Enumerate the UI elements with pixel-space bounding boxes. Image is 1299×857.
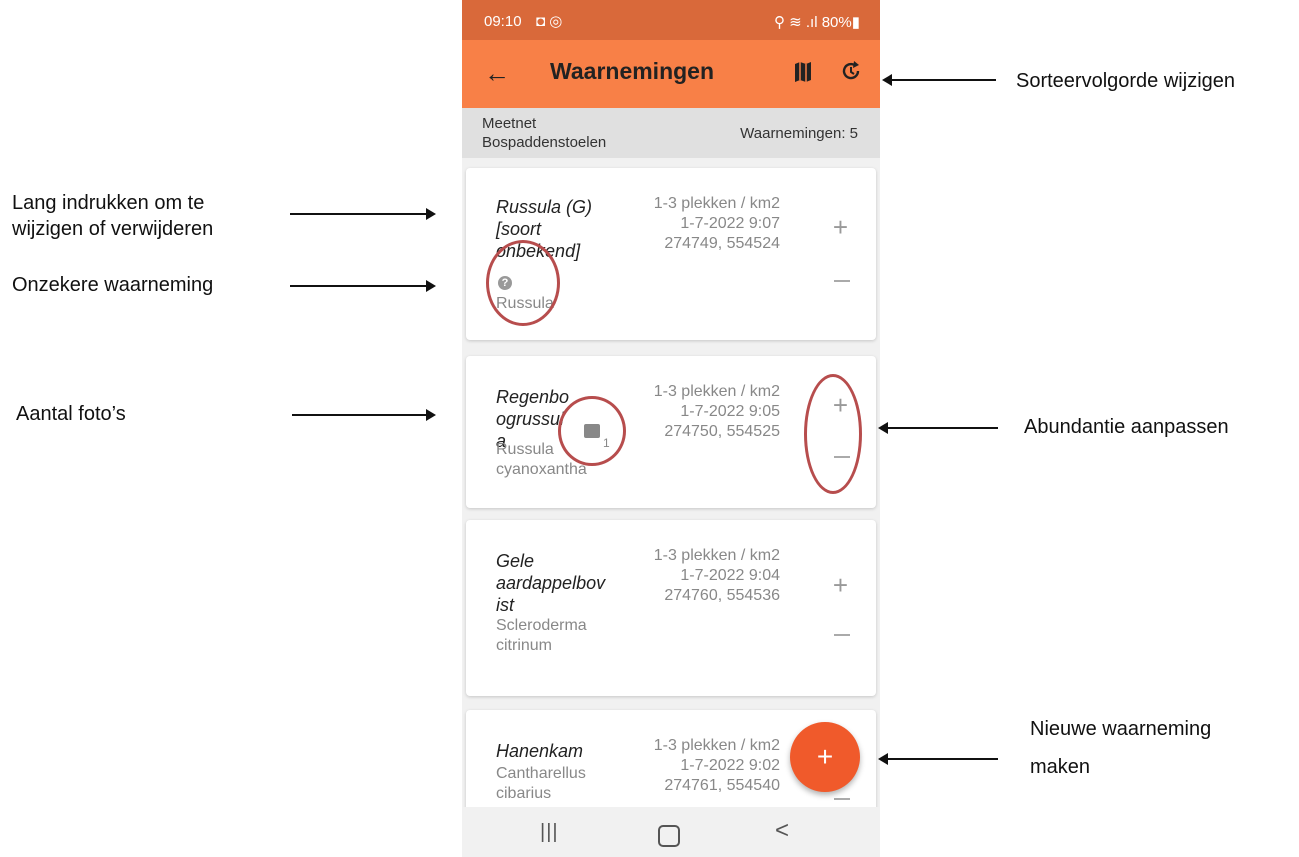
decrease-abundance-button[interactable] <box>834 798 850 800</box>
highlight-photos <box>558 396 626 466</box>
abundance: 1-3 plekken / km2 <box>653 547 780 564</box>
arrow-sort <box>890 79 996 81</box>
arrow-longpress <box>290 213 426 215</box>
coordinates: 274761, 554540 <box>664 777 780 794</box>
annotation-new: Nieuwe waarneming maken <box>1030 718 1212 778</box>
page-title: Waarnemingen <box>550 58 715 84</box>
map-icon[interactable] <box>794 62 812 82</box>
phone-screen: 09:10 ◘ ◎ ⚲ ≋ .ıl 80%▮ ← Waarnemingen Me… <box>462 0 880 857</box>
observation-card[interactable]: Gele aardappelbovist Scleroderma citrinu… <box>466 520 876 696</box>
observation-meta: 1-3 plekken / km2 1-7-2022 9:04 274760, … <box>654 546 780 606</box>
system-back-button[interactable]: < <box>775 817 789 845</box>
observation-meta: 1-3 plekken / km2 1-7-2022 9:02 274761, … <box>654 736 780 796</box>
arrow-abundance <box>888 427 998 429</box>
coordinates: 274750, 554525 <box>664 423 780 440</box>
species-latin: Scleroderma citrinum <box>496 617 587 654</box>
highlight-abundance <box>804 374 862 494</box>
arrowhead-uncertain <box>426 280 436 292</box>
decrease-abundance-button[interactable] <box>834 634 850 636</box>
system-nav-bar: ||| < <box>462 807 880 857</box>
arrow-photos <box>292 414 426 416</box>
annotation-abundance: Abundantie aanpassen <box>1024 416 1229 438</box>
annotation-photos: Aantal foto’s <box>16 403 126 425</box>
observation-meta: 1-3 plekken / km2 1-7-2022 9:05 274750, … <box>654 382 780 442</box>
annotation-longpress: Lang indrukken om te wijzigen of verwijd… <box>12 192 214 240</box>
increase-abundance-button[interactable]: + <box>833 570 848 601</box>
decrease-abundance-button[interactable] <box>834 280 850 282</box>
datetime: 1-7-2022 9:05 <box>680 403 780 420</box>
datetime: 1-7-2022 9:02 <box>680 757 780 774</box>
project-name: Meetnet Bospaddenstoelen <box>482 115 607 151</box>
species-name: Hanenkam <box>496 741 584 761</box>
highlight-uncertain <box>486 240 560 326</box>
arrow-uncertain <box>290 285 426 287</box>
abundance: 1-3 plekken / km2 <box>653 383 780 400</box>
back-button[interactable]: ← <box>484 58 510 89</box>
abundance: 1-3 plekken / km2 <box>653 195 780 212</box>
annotation-sort: Sorteervolgorde wijzigen <box>1016 70 1236 92</box>
arrow-new <box>888 758 998 760</box>
datetime: 1-7-2022 9:04 <box>680 567 780 584</box>
coordinates: 274749, 554524 <box>664 235 780 252</box>
arrowhead-photos <box>426 409 436 421</box>
new-observation-fab[interactable]: + <box>790 722 860 792</box>
status-bar: 09:10 ◘ ◎ ⚲ ≋ .ıl 80%▮ <box>462 0 880 40</box>
status-time: 09:10 <box>484 13 522 30</box>
arrowhead-sort <box>882 74 892 86</box>
home-button[interactable] <box>658 825 680 847</box>
species-name: Gele aardappelbovist <box>496 551 606 615</box>
species-latin: Cantharellus cibarius <box>496 765 586 802</box>
project-header: Meetnet Bospaddenstoelen Waarnemingen: 5 <box>462 108 880 158</box>
app-bar: ← Waarnemingen <box>462 40 880 108</box>
status-notification-icons: ◘ ◎ <box>536 13 563 30</box>
increase-abundance-button[interactable]: + <box>833 212 848 243</box>
coordinates: 274760, 554536 <box>664 587 780 604</box>
datetime: 1-7-2022 9:07 <box>680 215 780 232</box>
annotation-uncertain: Onzekere waarneming <box>12 274 214 296</box>
abundance: 1-3 plekken / km2 <box>653 737 780 754</box>
arrowhead-new <box>878 753 888 765</box>
observation-count: Waarnemingen: 5 <box>740 125 858 142</box>
status-system-icons: ⚲ ≋ .ıl 80%▮ <box>773 14 860 31</box>
sort-order-icon[interactable] <box>840 60 862 82</box>
arrowhead-abundance <box>878 422 888 434</box>
observation-meta: 1-3 plekken / km2 1-7-2022 9:07 274749, … <box>654 194 780 254</box>
arrowhead-longpress <box>426 208 436 220</box>
recent-apps-button[interactable]: ||| <box>540 821 559 844</box>
